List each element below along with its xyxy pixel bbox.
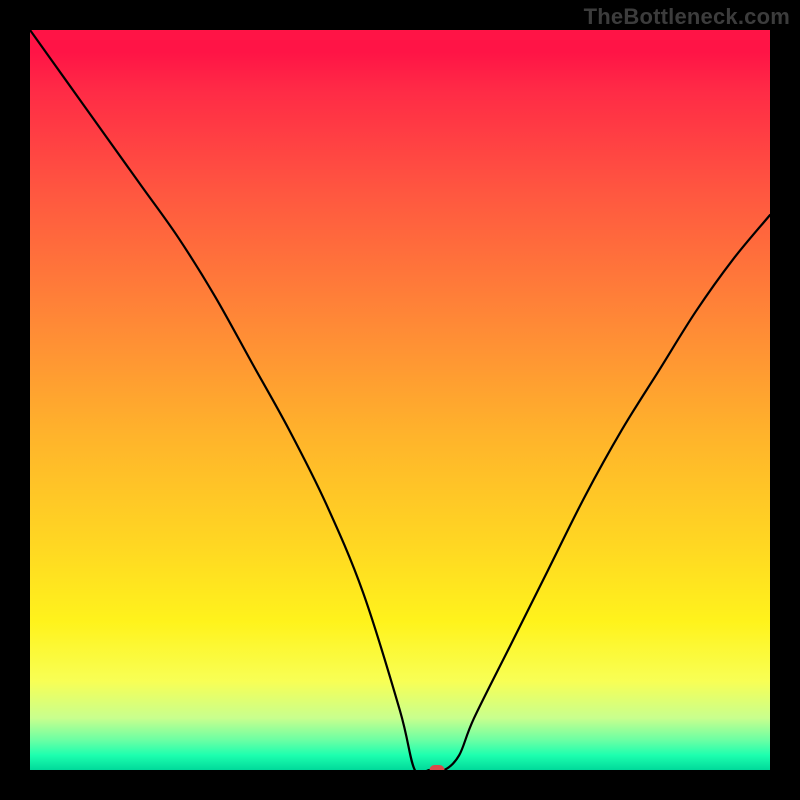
bottleneck-curve [30, 30, 770, 770]
watermark-text: TheBottleneck.com [584, 4, 790, 30]
curve-path [30, 30, 770, 770]
optimal-marker [430, 765, 445, 770]
chart-frame: TheBottleneck.com [0, 0, 800, 800]
plot-area [30, 30, 770, 770]
